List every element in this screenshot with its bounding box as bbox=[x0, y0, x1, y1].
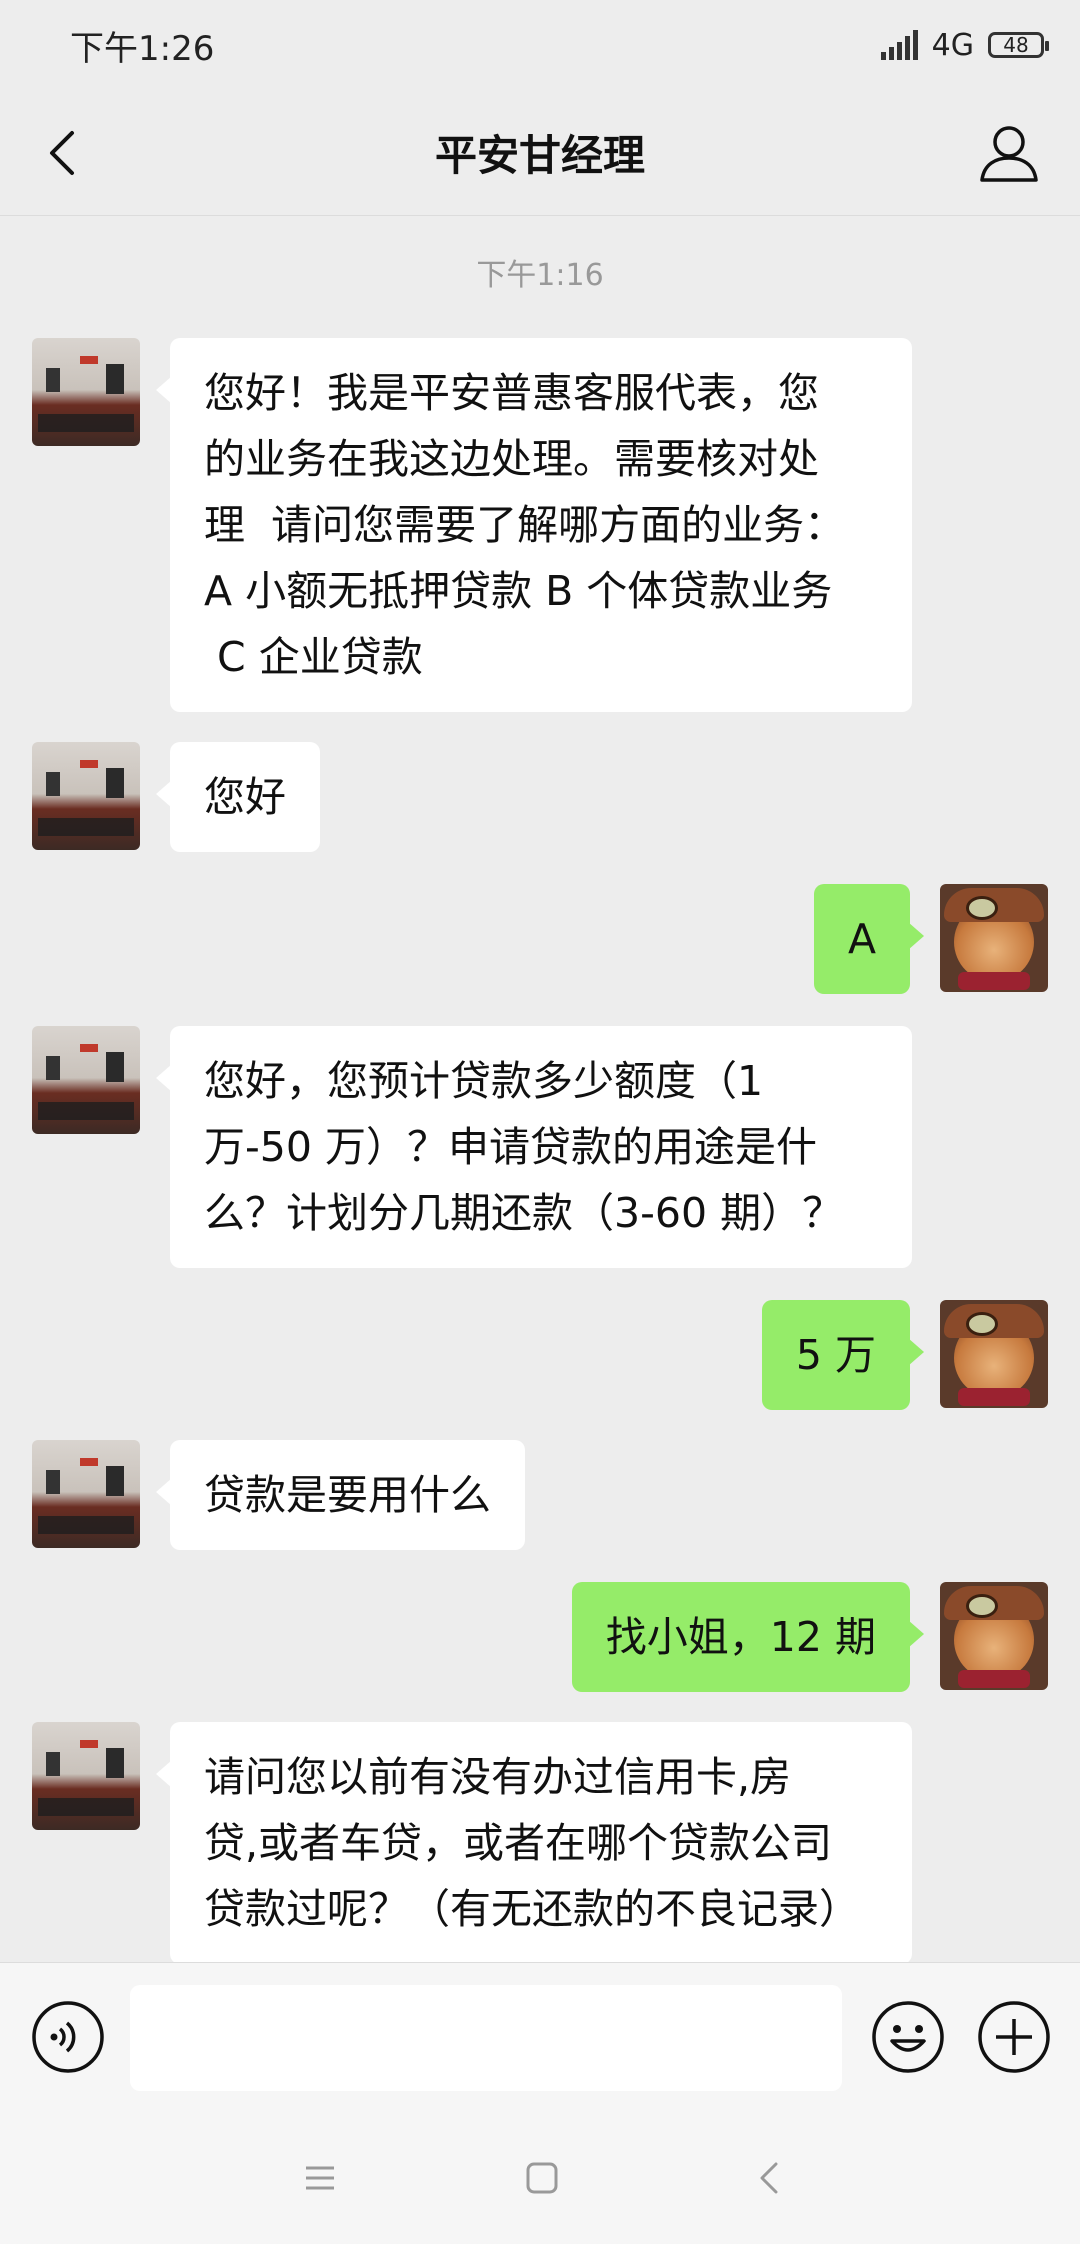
contact-avatar[interactable] bbox=[32, 338, 140, 446]
status-bar: 下午1:26 4G 48 bbox=[0, 0, 1080, 90]
message-input[interactable] bbox=[130, 1985, 842, 2091]
received-message[interactable]: 您好，您预计贷款多少额度（1 万-50 万）？申请贷款的用途是什 么？计划分几期… bbox=[156, 1026, 912, 1268]
received-message[interactable]: 请问您以前有没有办过信用卡,房 贷,或者车贷，或者在哪个贷款公司 贷款过呢？（有… bbox=[156, 1722, 912, 1962]
contact-avatar[interactable] bbox=[32, 1440, 140, 1548]
back-icon[interactable] bbox=[750, 2158, 790, 2198]
sent-message[interactable]: A bbox=[813, 884, 925, 994]
chat-timestamp: 下午1:16 bbox=[476, 258, 604, 293]
message-input-bar bbox=[0, 1962, 1080, 2112]
voice-icon[interactable] bbox=[30, 1999, 106, 2075]
sent-message[interactable]: 找小姐，12 期 bbox=[571, 1582, 925, 1692]
back-arrow-icon[interactable] bbox=[36, 123, 96, 183]
user-avatar[interactable] bbox=[940, 1300, 1048, 1408]
profile-icon[interactable] bbox=[974, 118, 1044, 188]
contact-avatar[interactable] bbox=[32, 1026, 140, 1134]
received-message[interactable]: 贷款是要用什么 bbox=[156, 1440, 525, 1550]
network-type: 4G bbox=[931, 27, 974, 63]
user-avatar[interactable] bbox=[940, 884, 1048, 992]
chat-messages[interactable]: 下午1:16 您好！我是平安普惠客服代表，您 的业务在我这边处理。需要核对处 理… bbox=[0, 216, 1080, 1962]
received-message[interactable]: 您好！我是平安普惠客服代表，您 的业务在我这边处理。需要核对处 理 请问您需要了… bbox=[156, 338, 912, 712]
emoji-icon[interactable] bbox=[870, 1999, 946, 2075]
status-time: 下午1:26 bbox=[70, 28, 215, 69]
system-navigation-bar bbox=[0, 2112, 1080, 2244]
menu-icon[interactable] bbox=[300, 2158, 340, 2198]
signal-icon bbox=[880, 30, 918, 60]
received-message[interactable]: 您好 bbox=[156, 742, 320, 852]
battery-level: 48 bbox=[1003, 33, 1029, 57]
chat-title: 平安甘经理 bbox=[434, 131, 645, 180]
status-indicators: 4G 48 bbox=[880, 27, 1049, 63]
home-icon[interactable] bbox=[522, 2158, 562, 2198]
contact-avatar[interactable] bbox=[32, 1722, 140, 1830]
user-avatar[interactable] bbox=[940, 1582, 1048, 1690]
contact-avatar[interactable] bbox=[32, 742, 140, 850]
sent-message[interactable]: 5 万 bbox=[761, 1300, 925, 1410]
plus-icon[interactable] bbox=[976, 1999, 1052, 2075]
chat-header: 平安甘经理 bbox=[0, 90, 1080, 216]
battery-icon: 48 bbox=[988, 32, 1049, 58]
